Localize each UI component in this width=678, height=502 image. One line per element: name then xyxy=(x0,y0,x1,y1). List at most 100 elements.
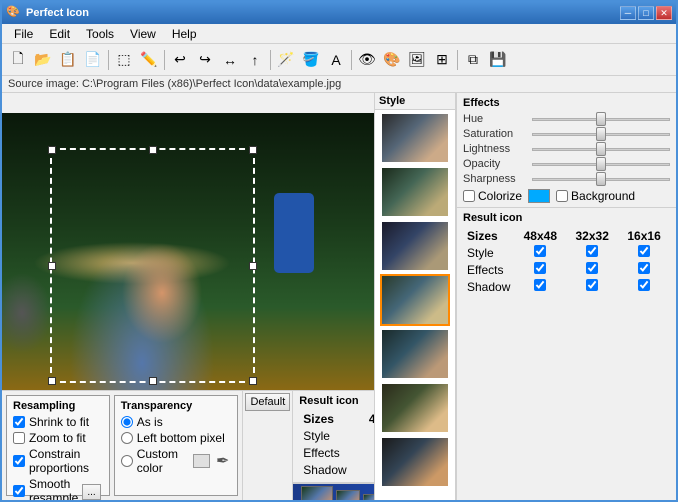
toolbar-image[interactable]: 🖼 xyxy=(405,48,429,72)
as-is-radio[interactable] xyxy=(121,416,133,428)
eyedropper-icon[interactable]: ✒ xyxy=(216,451,229,471)
effects-16-upper[interactable] xyxy=(638,262,650,274)
colorize-option[interactable]: Colorize xyxy=(463,189,522,203)
canvas-area[interactable] xyxy=(2,93,374,390)
lower-left: Resampling Shrink to fit Zoom to fit Con… xyxy=(2,391,242,500)
sharpness-label: Sharpness xyxy=(463,173,528,185)
toolbar-color[interactable]: 🎨 xyxy=(380,48,404,72)
zoom-to-fit-label: Zoom to fit xyxy=(29,431,86,445)
as-is-label: As is xyxy=(137,415,163,429)
custom-color-option[interactable]: Custom color ✒ xyxy=(121,447,230,475)
colorize-checkbox[interactable] xyxy=(463,190,475,202)
maximize-button[interactable]: □ xyxy=(638,6,654,20)
left-bottom-radio[interactable] xyxy=(121,432,133,444)
thumb-img-1 xyxy=(382,114,448,162)
toolbar-copy[interactable]: 📋 xyxy=(56,48,80,72)
toolbar-open[interactable]: 📂 xyxy=(31,48,55,72)
toolbar-export[interactable]: 💾 xyxy=(486,48,510,72)
menu-bar: File Edit Tools View Help xyxy=(2,24,676,44)
smooth-label: Smooth resample xyxy=(29,477,78,500)
result-icon-upper-panel: Result icon Sizes 48x48 32x32 16x16 Styl… xyxy=(457,208,676,299)
sharpness-slider[interactable] xyxy=(532,178,670,181)
toolbar-layers[interactable]: ⧉ xyxy=(461,48,485,72)
app-icon: 🎨 xyxy=(6,5,22,21)
background-checkbox[interactable] xyxy=(556,190,568,202)
shadow-48-upper[interactable] xyxy=(534,279,546,291)
background-option[interactable]: Background xyxy=(556,189,635,203)
smooth-settings-btn[interactable]: ... xyxy=(82,484,100,500)
toolbar: 🗋 📂 📋 📄 ⬚ ✏️ ↩ ↪ ↔ ↑ 🪄 🪣 A 👁 🎨 🖼 ⊞ ⧉ 💾 xyxy=(2,44,676,76)
style-32-upper[interactable] xyxy=(586,245,598,257)
toolbar-sep4 xyxy=(351,50,352,70)
toolbar-wand[interactable]: 🪄 xyxy=(274,48,298,72)
table-row: Style xyxy=(299,427,374,444)
col-header-32: 32x32 xyxy=(566,228,618,244)
toolbar-paste[interactable]: 📄 xyxy=(81,48,105,72)
menu-tools[interactable]: Tools xyxy=(78,25,122,43)
style-thumb-3[interactable] xyxy=(380,220,450,272)
resampling-title: Resampling xyxy=(13,400,101,412)
preview-icon-large xyxy=(301,486,333,501)
toolbar-resize[interactable]: ↔ xyxy=(218,48,242,72)
style-thumb-1[interactable] xyxy=(380,112,450,164)
table-row: Effects xyxy=(299,444,374,461)
toolbar-sep1 xyxy=(108,50,109,70)
toolbar-pencil[interactable]: ✏️ xyxy=(137,48,161,72)
style-thumb-4[interactable] xyxy=(380,274,450,326)
toolbar-select[interactable]: ⬚ xyxy=(112,48,136,72)
style-thumb-2[interactable] xyxy=(380,166,450,218)
table-row: Shadow xyxy=(463,278,670,295)
menu-view[interactable]: View xyxy=(122,25,164,43)
smooth-option[interactable]: Smooth resample xyxy=(13,477,78,500)
constrain-checkbox[interactable] xyxy=(13,455,25,467)
close-button[interactable]: ✕ xyxy=(656,6,672,20)
style-column-header: Style xyxy=(375,93,455,110)
style-thumb-5[interactable] xyxy=(380,328,450,380)
menu-help[interactable]: Help xyxy=(164,25,205,43)
hue-slider[interactable] xyxy=(532,118,670,121)
style-thumb-6[interactable] xyxy=(380,382,450,434)
default-button[interactable]: Default xyxy=(245,393,290,411)
colorize-label: Colorize xyxy=(478,189,522,203)
result-table-upper: Sizes 48x48 32x32 16x16 Style xyxy=(463,228,670,295)
zoom-to-fit-checkbox[interactable] xyxy=(13,432,25,444)
toolbar-new[interactable]: 🗋 xyxy=(6,48,30,72)
menu-edit[interactable]: Edit xyxy=(41,25,78,43)
custom-color-radio[interactable] xyxy=(121,455,133,467)
style-48-upper[interactable] xyxy=(534,245,546,257)
toolbar-eye[interactable]: 👁 xyxy=(355,48,379,72)
effects-32-upper[interactable] xyxy=(586,262,598,274)
style-row-label: Style xyxy=(463,244,514,261)
toolbar-fill[interactable]: 🪣 xyxy=(299,48,323,72)
thumb-img-3 xyxy=(382,222,448,270)
custom-color-swatch[interactable] xyxy=(193,454,210,468)
opacity-slider[interactable] xyxy=(532,163,670,166)
zoom-to-fit-option[interactable]: Zoom to fit xyxy=(13,431,101,445)
shadow-32-upper[interactable] xyxy=(586,279,598,291)
right-panels: Effects Hue Saturation Lightness Opacity xyxy=(456,93,676,500)
toolbar-undo[interactable]: ↩ xyxy=(168,48,192,72)
constrain-option[interactable]: Constrain proportions xyxy=(13,447,101,475)
minimize-button[interactable]: ─ xyxy=(620,6,636,20)
shrink-to-fit-option[interactable]: Shrink to fit xyxy=(13,415,101,429)
toolbar-text[interactable]: A xyxy=(324,48,348,72)
saturation-slider[interactable] xyxy=(532,133,670,136)
toolbar-redo[interactable]: ↪ xyxy=(193,48,217,72)
shrink-to-fit-checkbox[interactable] xyxy=(13,416,25,428)
lightness-slider[interactable] xyxy=(532,148,670,151)
style-thumb-7[interactable] xyxy=(380,436,450,488)
shadow-16-upper[interactable] xyxy=(638,279,650,291)
left-bottom-option[interactable]: Left bottom pixel xyxy=(121,431,230,445)
smooth-checkbox[interactable] xyxy=(13,485,25,497)
colorize-swatch[interactable] xyxy=(528,189,550,203)
col-sizes: Sizes xyxy=(299,411,360,427)
toolbar-windows[interactable]: ⊞ xyxy=(430,48,454,72)
menu-file[interactable]: File xyxy=(6,25,41,43)
style-16-upper[interactable] xyxy=(638,245,650,257)
as-is-option[interactable]: As is xyxy=(121,415,230,429)
toolbar-up[interactable]: ↑ xyxy=(243,48,267,72)
app-window: 🎨 Perfect Icon ─ □ ✕ File Edit Tools Vie… xyxy=(0,0,678,502)
effects-48-upper[interactable] xyxy=(534,262,546,274)
effects-title: Effects xyxy=(463,97,670,109)
row-effects-label: Effects xyxy=(299,444,360,461)
